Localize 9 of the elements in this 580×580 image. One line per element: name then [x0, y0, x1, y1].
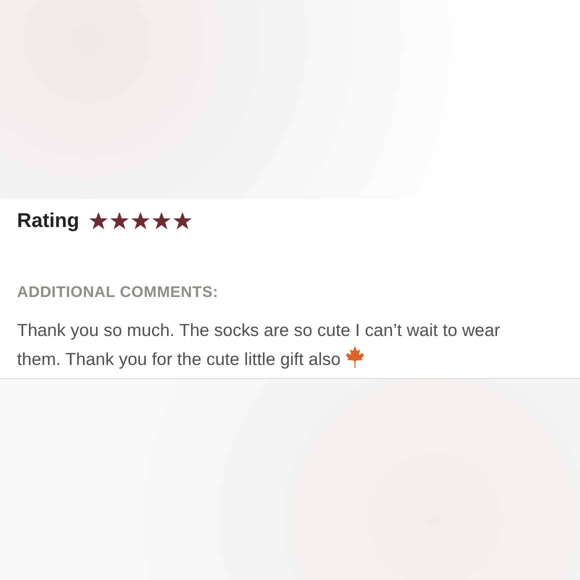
rating-label: Rating	[17, 209, 80, 234]
star-icon	[89, 212, 108, 230]
maple-leaf-icon	[345, 346, 366, 368]
star-icon	[110, 212, 130, 230]
star-icon	[173, 212, 192, 230]
star-icon	[131, 212, 150, 230]
comment-text: Thank you so much. The socks are so cute I can’t wait to wear them. Thank you for the cute little gift also	[17, 319, 502, 372]
comments-label: ADDITIONAL COMMENTS:	[17, 283, 220, 303]
star-icon	[152, 212, 172, 230]
